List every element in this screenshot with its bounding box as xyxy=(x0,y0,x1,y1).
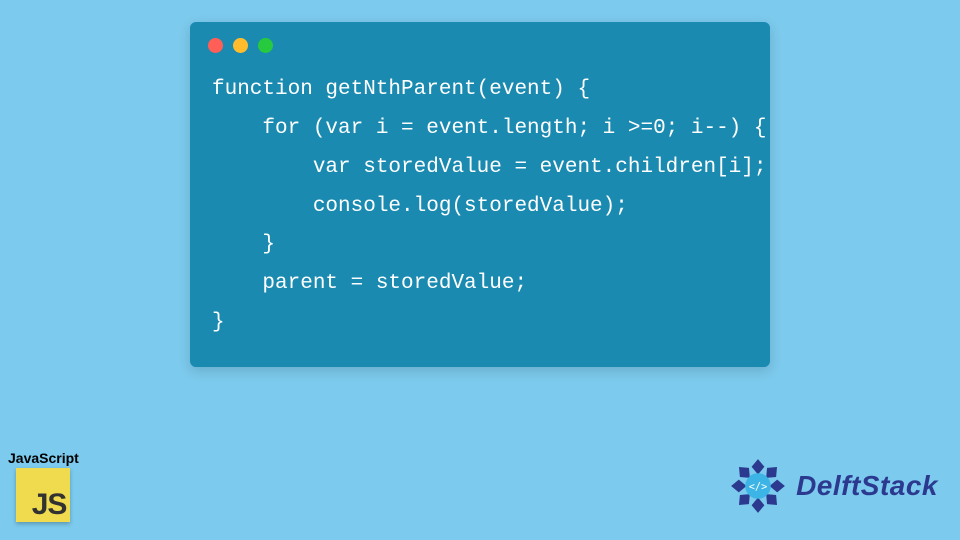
delftstack-logo-icon: </> xyxy=(726,454,790,518)
javascript-label: JavaScript xyxy=(8,450,79,466)
delftstack-name: DelftStack xyxy=(796,470,938,502)
close-icon xyxy=(208,38,223,53)
minimize-icon xyxy=(233,38,248,53)
code-line: } xyxy=(212,233,275,256)
svg-text:</>: </> xyxy=(749,481,768,493)
code-block: function getNthParent(event) { for (var … xyxy=(212,71,748,343)
window-controls xyxy=(208,38,748,53)
code-line: function getNthParent(event) { xyxy=(212,78,590,101)
code-line: var storedValue = event.children[i]; xyxy=(212,156,767,179)
code-line: for (var i = event.length; i >=0; i--) { xyxy=(212,117,767,140)
code-line: console.log(storedValue); xyxy=(212,195,628,218)
javascript-badge: JavaScript JS xyxy=(8,450,79,522)
javascript-logo-text: JS xyxy=(32,488,67,522)
code-snippet-card: function getNthParent(event) { for (var … xyxy=(190,22,770,367)
maximize-icon xyxy=(258,38,273,53)
javascript-logo-icon: JS xyxy=(16,468,70,522)
delftstack-brand: </> DelftStack xyxy=(726,454,938,518)
code-line: parent = storedValue; xyxy=(212,272,527,295)
code-line: } xyxy=(212,311,225,334)
